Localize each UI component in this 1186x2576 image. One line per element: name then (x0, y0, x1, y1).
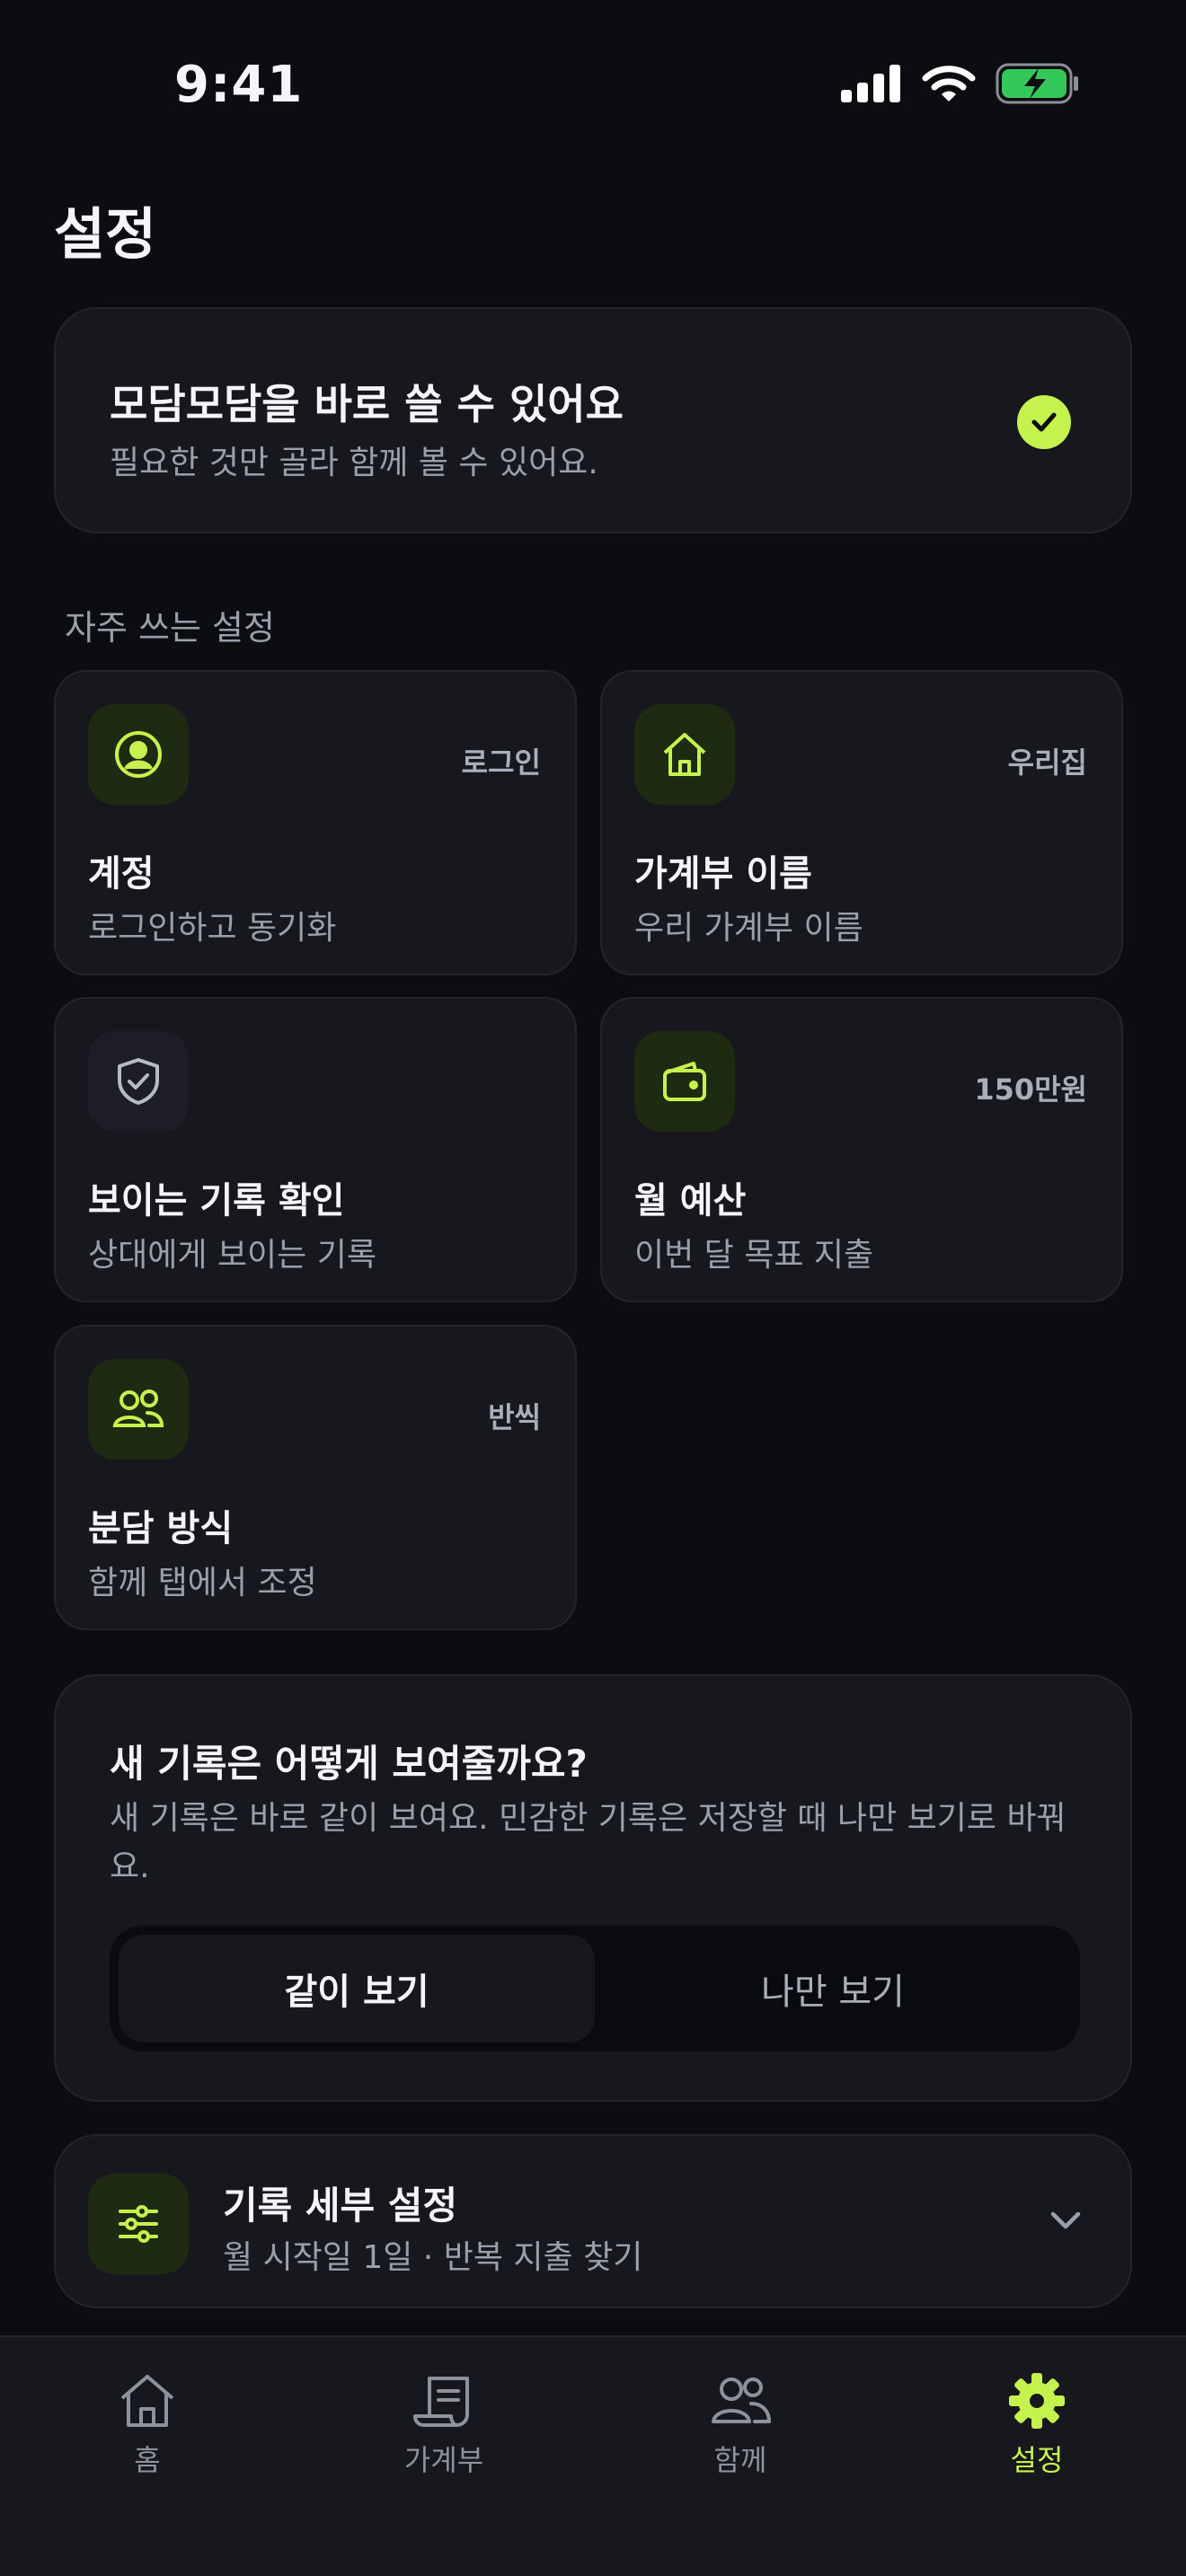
account-title: 계정 (88, 853, 155, 895)
record-details-title: 기록 세부 설정 (223, 2183, 458, 2228)
page-title: 설정 (54, 201, 157, 267)
users-icon (712, 2378, 771, 2423)
home-icon (120, 2375, 174, 2427)
status-icons (841, 63, 1080, 104)
tab-settings-label: 설정 (1010, 2443, 1064, 2477)
bottom-tab-bar: 홈 가계부 함께 설정 (0, 2335, 1186, 2576)
account-tile[interactable]: 로그인 계정 로그인하고 동기화 (54, 670, 577, 975)
record-visibility-card: 새 기록은 어떻게 보여줄까요? 새 기록은 바로 같이 보여요. 민감한 기록… (54, 1674, 1132, 2102)
battery-charging-icon (996, 63, 1078, 104)
tab-home-label: 홈 (134, 2443, 161, 2477)
record-visibility-description: 새 기록은 바로 같이 보여요. 민감한 기록은 저장할 때 나만 보기로 바꿔… (110, 1800, 1067, 1885)
tab-home[interactable]: 홈 (58, 2371, 237, 2479)
ready-status-subtitle: 필요한 것만 골라 함께 볼 수 있어요. (110, 445, 598, 481)
monthly-budget-subtitle: 이번 달 목표 지출 (634, 1237, 874, 1274)
visibility-segmented-control: 같이 보기 나만 보기 (110, 1926, 1080, 2051)
cellular-signal-icon (841, 65, 900, 102)
record-visibility-title: 새 기록은 어떻게 보여줄까요? (110, 1742, 588, 1786)
tab-settings[interactable]: 설정 (947, 2371, 1127, 2479)
split-method-tile[interactable]: 반씩 분담 방식 함께 탭에서 조정 (54, 1325, 577, 1630)
only-me-option[interactable]: 나만 보기 (595, 1935, 1071, 2042)
ledger-name-subtitle: 우리 가계부 이름 (634, 910, 863, 947)
account-subtitle: 로그인하고 동기화 (88, 910, 337, 947)
users-icon (88, 1359, 189, 1460)
chevron-down-icon (1050, 2211, 1081, 2229)
split-method-subtitle: 함께 탭에서 조정 (88, 1565, 317, 1601)
ledger-icon (413, 2377, 469, 2427)
share-together-option[interactable]: 같이 보기 (119, 1935, 595, 2042)
visible-records-title: 보이는 기록 확인 (88, 1180, 345, 1222)
wifi-icon (922, 66, 976, 101)
monthly-budget-tile[interactable]: 150만원 월 예산 이번 달 목표 지출 (600, 997, 1123, 1302)
check-circle-icon (1017, 395, 1071, 449)
monthly-budget-title: 월 예산 (634, 1180, 747, 1222)
tab-together-label: 함께 (713, 2443, 767, 2477)
status-bar: 9:41 (0, 0, 1186, 171)
shield-check-icon (88, 1031, 189, 1132)
ledger-name-value: 우리집 (1007, 745, 1087, 780)
sliders-icon (88, 2174, 189, 2274)
quick-settings-label: 자주 쓰는 설정 (65, 608, 275, 648)
user-circle-icon (88, 704, 189, 805)
ready-status-title: 모담모담을 바로 쓸 수 있어요 (110, 380, 624, 428)
home-icon (634, 704, 735, 805)
split-method-value: 반씩 (488, 1400, 541, 1434)
status-time: 9:41 (174, 56, 304, 114)
tab-ledger-label: 가계부 (403, 2443, 484, 2477)
monthly-budget-value: 150만원 (974, 1072, 1087, 1107)
record-details-subtitle: 월 시작일 1일 · 반복 지출 찾기 (223, 2239, 643, 2276)
ledger-name-title: 가계부 이름 (634, 853, 812, 895)
record-details-row[interactable]: 기록 세부 설정 월 시작일 1일 · 반복 지출 찾기 (54, 2134, 1132, 2308)
ledger-name-tile[interactable]: 우리집 가계부 이름 우리 가계부 이름 (600, 670, 1123, 975)
wallet-icon (634, 1031, 735, 1132)
split-method-title: 분담 방식 (88, 1508, 234, 1549)
tab-ledger[interactable]: 가계부 (354, 2371, 534, 2479)
visible-records-tile[interactable]: 보이는 기록 확인 상대에게 보이는 기록 (54, 997, 577, 1302)
tab-together[interactable]: 함께 (651, 2371, 830, 2479)
visible-records-subtitle: 상대에게 보이는 기록 (88, 1237, 376, 1274)
ready-status-card: 모담모담을 바로 쓸 수 있어요 필요한 것만 골라 함께 볼 수 있어요. (54, 307, 1132, 534)
account-value: 로그인 (461, 745, 541, 780)
gear-icon (1009, 2373, 1065, 2429)
